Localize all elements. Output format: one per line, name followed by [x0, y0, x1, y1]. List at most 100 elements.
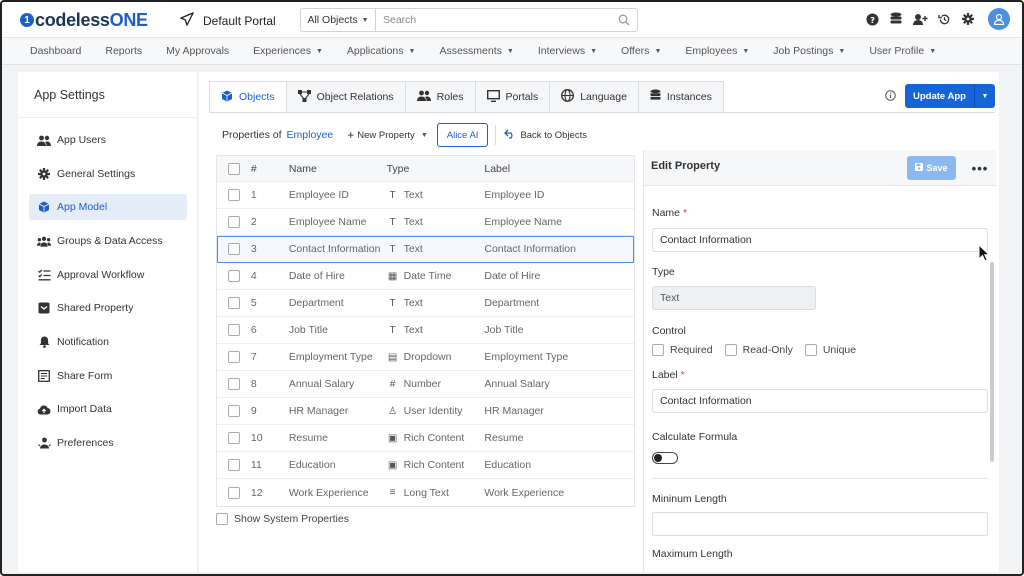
- read-only-option[interactable]: Read-Only: [724, 344, 793, 356]
- table-row[interactable]: 5 Department T Text Department: [217, 290, 634, 317]
- sidebar-item-notification[interactable]: Notification: [29, 329, 187, 355]
- sidebar-item-app-users[interactable]: App Users: [29, 127, 187, 153]
- property-name: Department: [288, 297, 344, 309]
- required-option[interactable]: Required: [652, 344, 713, 356]
- object-name-link[interactable]: Employee: [287, 129, 334, 141]
- settings-icon[interactable]: [960, 11, 976, 27]
- nav-item-job-postings[interactable]: Job Postings ▼: [773, 45, 845, 57]
- show-system-properties[interactable]: Show System Properties: [216, 513, 349, 525]
- read-only-checkbox[interactable]: [724, 344, 737, 356]
- panel-scrollbar[interactable]: [990, 262, 994, 462]
- row-number: 8: [250, 378, 257, 390]
- sidebar-item-preferences[interactable]: Preferences: [29, 430, 187, 456]
- chevron-down-icon[interactable]: ▼: [975, 84, 995, 108]
- nav-item-interviews[interactable]: Interviews ▼: [538, 45, 597, 57]
- table-row[interactable]: 3 Contact Information T Text Contact Informa…: [217, 236, 634, 263]
- table-row[interactable]: 12 Work Experience ≡ Long Text Work Experien…: [217, 479, 634, 506]
- nav-item-experiences[interactable]: Experiences ▼: [253, 45, 323, 57]
- search-scope-select[interactable]: All Objects ▼: [301, 9, 376, 31]
- nav-item-my-approvals[interactable]: My Approvals: [166, 45, 229, 57]
- tab-object-relations[interactable]: Object Relations: [286, 81, 406, 113]
- row-checkbox[interactable]: [227, 432, 240, 444]
- shared-icon: [37, 301, 51, 315]
- new-property-button[interactable]: + New Property ▼: [347, 128, 428, 142]
- table-row[interactable]: 4 Date of Hire ▦ Date Time Date of Hire: [217, 263, 634, 290]
- chevron-down-icon: ▼: [408, 47, 416, 55]
- required-marker: *: [680, 369, 685, 381]
- sidebar-item-shared-property[interactable]: Shared Property: [29, 295, 187, 321]
- search-input[interactable]: Search: [376, 9, 611, 31]
- help-icon[interactable]: ?: [864, 11, 880, 27]
- nav-item-employees[interactable]: Employees ▼: [685, 45, 749, 57]
- sidebar-item-import-data[interactable]: Import Data: [29, 396, 187, 422]
- back-to-objects-button[interactable]: Back to Objects: [504, 129, 587, 142]
- nav-item-reports[interactable]: Reports: [105, 45, 142, 57]
- sidebar-item-share-form[interactable]: Share Form: [29, 363, 187, 389]
- edit-panel-title: Edit Property: [651, 160, 721, 172]
- row-checkbox[interactable]: [227, 378, 240, 390]
- row-checkbox[interactable]: [227, 459, 240, 471]
- tab-instances[interactable]: Instances: [638, 81, 724, 113]
- properties-label: Properties of: [222, 129, 282, 141]
- nav-item-applications[interactable]: Applications ▼: [347, 45, 416, 57]
- sidebar-item-label: Share Form: [57, 370, 113, 382]
- tab-label: Language: [580, 91, 627, 103]
- table-row[interactable]: 7 Employment Type ▤ Dropdown Employment Type: [217, 344, 634, 371]
- logo[interactable]: 1 codeless ONE: [20, 9, 148, 31]
- sidebar-item-app-model[interactable]: App Model: [29, 194, 187, 220]
- select-all-checkbox[interactable]: [227, 162, 240, 175]
- table-row[interactable]: 9 HR Manager ♙ User Identity HR Manager: [217, 398, 634, 425]
- min-length-input[interactable]: [652, 512, 988, 536]
- avatar[interactable]: [988, 8, 1010, 30]
- tab-roles[interactable]: Roles: [405, 81, 476, 113]
- tab-objects[interactable]: Objects: [209, 81, 287, 113]
- alice-ai-button[interactable]: Alice AI: [436, 123, 489, 147]
- row-checkbox[interactable]: [227, 324, 240, 336]
- row-checkbox[interactable]: [227, 405, 240, 417]
- show-system-checkbox[interactable]: [216, 513, 228, 525]
- sidebar-item-groups-data-access[interactable]: Groups & Data Access: [29, 228, 187, 254]
- table-row[interactable]: 1 Employee ID T Text Employee ID: [217, 182, 634, 209]
- nav-item-assessments[interactable]: Assessments ▼: [439, 45, 513, 57]
- update-app-main[interactable]: Update App: [905, 84, 975, 108]
- label-input[interactable]: Contact Information: [652, 389, 988, 413]
- row-checkbox[interactable]: [227, 243, 240, 255]
- table-row[interactable]: 10 Resume ▣ Rich Content Resume: [217, 425, 634, 452]
- property-type: ▣ Rich Content: [387, 459, 485, 471]
- table-row[interactable]: 6 Job Title T Text Job Title: [217, 317, 634, 344]
- chevron-down-icon: ▼: [929, 47, 937, 55]
- add-user-icon[interactable]: [912, 11, 928, 27]
- table-row[interactable]: 11 Education ▣ Rich Content Education: [217, 452, 634, 479]
- table-row[interactable]: 8 Annual Salary # Number Annual Salary: [217, 371, 634, 398]
- nav-label: Assessments: [439, 45, 502, 57]
- type-icon: ▤: [387, 351, 398, 363]
- row-checkbox[interactable]: [227, 270, 240, 282]
- info-icon[interactable]: [885, 90, 896, 104]
- row-checkbox[interactable]: [227, 189, 240, 201]
- unique-checkbox[interactable]: [804, 344, 817, 356]
- name-input[interactable]: Contact Information: [652, 228, 988, 252]
- nav-item-dashboard[interactable]: Dashboard: [30, 45, 81, 57]
- row-checkbox[interactable]: [227, 216, 240, 228]
- save-button[interactable]: Save: [907, 156, 956, 180]
- row-checkbox[interactable]: [227, 297, 240, 309]
- search-icon[interactable]: [611, 9, 637, 31]
- type-label: Text: [403, 216, 423, 228]
- sidebar-item-approval-workflow[interactable]: Approval Workflow: [29, 262, 187, 288]
- tab-portals[interactable]: Portals: [475, 81, 551, 113]
- row-checkbox[interactable]: [227, 351, 240, 363]
- required-checkbox[interactable]: [652, 344, 664, 356]
- more-options-button[interactable]: •••: [965, 156, 995, 180]
- nav-item-user-profile[interactable]: User Profile ▼: [869, 45, 936, 57]
- portal-switcher[interactable]: Default Portal: [180, 12, 276, 29]
- unique-option[interactable]: Unique: [804, 344, 856, 356]
- table-row[interactable]: 2 Employee Name T Text Employee Name: [217, 209, 634, 236]
- label-label-text: Label: [652, 369, 678, 381]
- history-icon[interactable]: [936, 11, 952, 27]
- tab-language[interactable]: Language: [550, 81, 639, 113]
- sidebar-item-general-settings[interactable]: General Settings: [29, 161, 187, 187]
- row-checkbox[interactable]: [227, 486, 240, 499]
- nav-item-offers[interactable]: Offers ▼: [621, 45, 661, 57]
- calculate-formula-toggle[interactable]: [652, 452, 678, 464]
- database-icon[interactable]: [888, 11, 904, 27]
